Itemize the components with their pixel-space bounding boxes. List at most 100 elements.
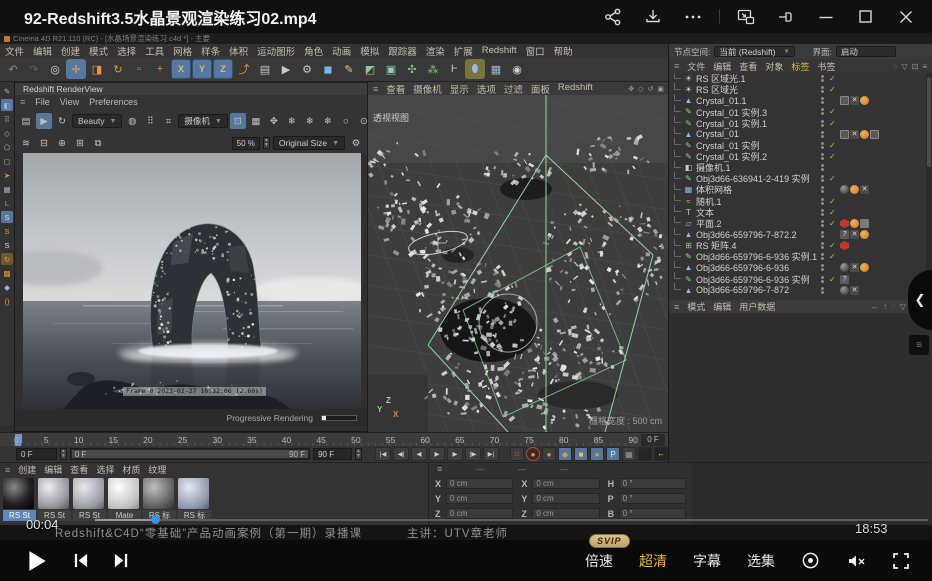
enabled-check[interactable] <box>829 197 838 206</box>
floor-object[interactable]: ▦ <box>486 59 506 79</box>
spline-tool[interactable]: Ⱶ <box>444 59 464 79</box>
episodes-button[interactable]: 选集 <box>747 551 775 571</box>
visibility-dots[interactable] <box>821 120 826 127</box>
timeline-ruler[interactable]: 051015202530354045505560657075808590 0 F <box>0 432 668 446</box>
visibility-dots[interactable] <box>821 164 826 171</box>
download-icon[interactable] <box>639 5 667 29</box>
axis-x[interactable]: X <box>171 59 191 79</box>
material-menu-item[interactable]: 选择 <box>96 463 114 476</box>
c4d-menu-item[interactable]: 编辑 <box>33 44 52 58</box>
enabled-check[interactable] <box>829 141 838 150</box>
rotate-snap[interactable]: ↻ <box>1 253 13 265</box>
burger-icon[interactable]: ≡ <box>437 464 442 474</box>
om-path[interactable]: ⊡ <box>912 62 919 71</box>
freeze-geo[interactable]: ❄ <box>302 113 318 129</box>
tag-sphere[interactable] <box>840 263 849 272</box>
play-forward[interactable]: ▶ <box>429 447 445 461</box>
record-rotation[interactable]: ● <box>590 447 604 461</box>
axis-z[interactable]: Z <box>213 59 233 79</box>
viewport-menu-item[interactable]: 面板 <box>531 82 550 96</box>
snap-2[interactable]: S <box>1 225 13 237</box>
playback-speed-button[interactable]: SVIP 倍速 <box>585 551 613 571</box>
c4d-menu-item[interactable]: 渲染 <box>426 44 445 58</box>
render-settings[interactable]: ⚙ <box>297 59 317 79</box>
minimize-icon[interactable] <box>812 5 840 29</box>
viewport-menu-item[interactable]: 查看 <box>386 82 405 96</box>
tag-sphere[interactable] <box>840 286 849 295</box>
viewport-canvas[interactable]: 透视视图 栅格宽度 : 500 cm Z Y X <box>368 95 668 432</box>
frame-stepper[interactable]: ▲▼ <box>60 448 67 460</box>
record-icon[interactable] <box>801 551 820 570</box>
tag-q[interactable] <box>840 230 849 239</box>
visibility-dots[interactable] <box>821 75 826 82</box>
tag-cross[interactable] <box>850 96 859 105</box>
tag-sphere[interactable] <box>840 185 849 194</box>
material-menu-item[interactable]: 创建 <box>18 463 36 476</box>
mute-icon[interactable] <box>846 551 866 571</box>
mograph-matrix[interactable]: ⁂ <box>423 59 443 79</box>
c4d-menu-item[interactable]: Redshift <box>482 45 517 56</box>
interface-dropdown[interactable]: 启动 <box>836 46 896 57</box>
keyframe-selection[interactable]: ● <box>542 447 556 461</box>
tag-cross[interactable] <box>850 286 859 295</box>
material-item[interactable]: RS St <box>3 478 36 521</box>
visibility-dots[interactable] <box>821 242 826 249</box>
object-name[interactable]: Crystal_01 实例.1 <box>696 117 818 130</box>
texture-tile[interactable]: ▩ <box>1 267 13 279</box>
enabled-check[interactable] <box>829 174 838 183</box>
object-name[interactable]: Obj3d66-659796-6-936 实例.1 <box>696 250 818 263</box>
mini-player-icon[interactable] <box>732 5 760 29</box>
renderview-menu-preferences[interactable]: Preferences <box>89 97 138 107</box>
viewport-menu-item[interactable]: Redshift <box>558 82 593 96</box>
screenshot-icon[interactable]: ≡ <box>909 335 929 355</box>
goto-start[interactable]: |◀ <box>375 447 391 461</box>
visibility-dots[interactable] <box>821 86 826 93</box>
object-mode[interactable]: ◻ <box>1 155 13 167</box>
start-ipr[interactable]: ▶ <box>36 113 52 129</box>
maximize-icon[interactable] <box>852 5 880 29</box>
om-menu-view[interactable]: 查看 <box>739 60 757 73</box>
make-editable[interactable]: ✎ <box>1 85 13 97</box>
am-filter[interactable]: ▽ <box>900 302 906 311</box>
sky-object[interactable]: ⬮ <box>465 59 485 79</box>
points-mode[interactable]: ⠿ <box>1 113 13 125</box>
burger-icon[interactable]: ≡ <box>5 465 10 475</box>
am-search[interactable]: ◌ <box>891 302 896 311</box>
visibility-dots[interactable] <box>821 153 826 160</box>
redo[interactable]: ↷ <box>24 59 44 79</box>
tag-cross[interactable] <box>850 230 859 239</box>
tag-redhex[interactable] <box>840 219 849 228</box>
om-search[interactable]: ◌ <box>893 62 898 71</box>
visibility-dots[interactable] <box>821 175 826 182</box>
record-keyframe[interactable]: ⌑ <box>510 447 524 461</box>
object-row[interactable]: RS 区域光 <box>669 84 927 95</box>
restart-render[interactable]: ↻ <box>54 113 70 129</box>
renderview-menu-view[interactable]: View <box>60 97 79 107</box>
volume-builder[interactable]: ▣ <box>381 59 401 79</box>
current-frame-field[interactable]: 0 F <box>16 448 57 460</box>
pin-icon[interactable] <box>772 5 800 29</box>
render-view[interactable]: ▤ <box>255 59 275 79</box>
copy-frame[interactable]: ⧉ <box>90 135 106 151</box>
aov-dropdown[interactable]: Beauty▼ <box>72 114 122 128</box>
camera-object[interactable]: ◉ <box>507 59 527 79</box>
camera-dropdown[interactable]: 摄像机▼ <box>178 114 227 128</box>
region-render[interactable]: ○ <box>338 113 354 129</box>
prev-key[interactable]: ◀| <box>393 447 409 461</box>
visibility-dots[interactable] <box>821 231 826 238</box>
edges-mode[interactable]: ◇ <box>1 127 13 139</box>
object-name[interactable]: Crystal_01 <box>696 129 818 139</box>
enabled-check[interactable] <box>829 74 838 83</box>
c4d-menu-item[interactable]: 跟踪器 <box>388 44 417 58</box>
renderview-menu-file[interactable]: File <box>35 97 50 107</box>
c4d-menu-item[interactable]: 扩展 <box>454 44 473 58</box>
solo-mode[interactable]: ⌐ <box>654 447 668 461</box>
tag-orange[interactable] <box>850 185 859 194</box>
c4d-menu-item[interactable]: 运动图形 <box>257 44 295 58</box>
play-sound[interactable]: ➤ <box>638 447 652 461</box>
material-menu-item[interactable]: 材质 <box>122 463 140 476</box>
zoom-percent-field[interactable]: 50 % <box>232 137 260 150</box>
axis-y[interactable]: Y <box>192 59 212 79</box>
c4d-menu-item[interactable]: 工具 <box>145 44 164 58</box>
coord-value-field[interactable]: 0 cm <box>532 493 599 504</box>
